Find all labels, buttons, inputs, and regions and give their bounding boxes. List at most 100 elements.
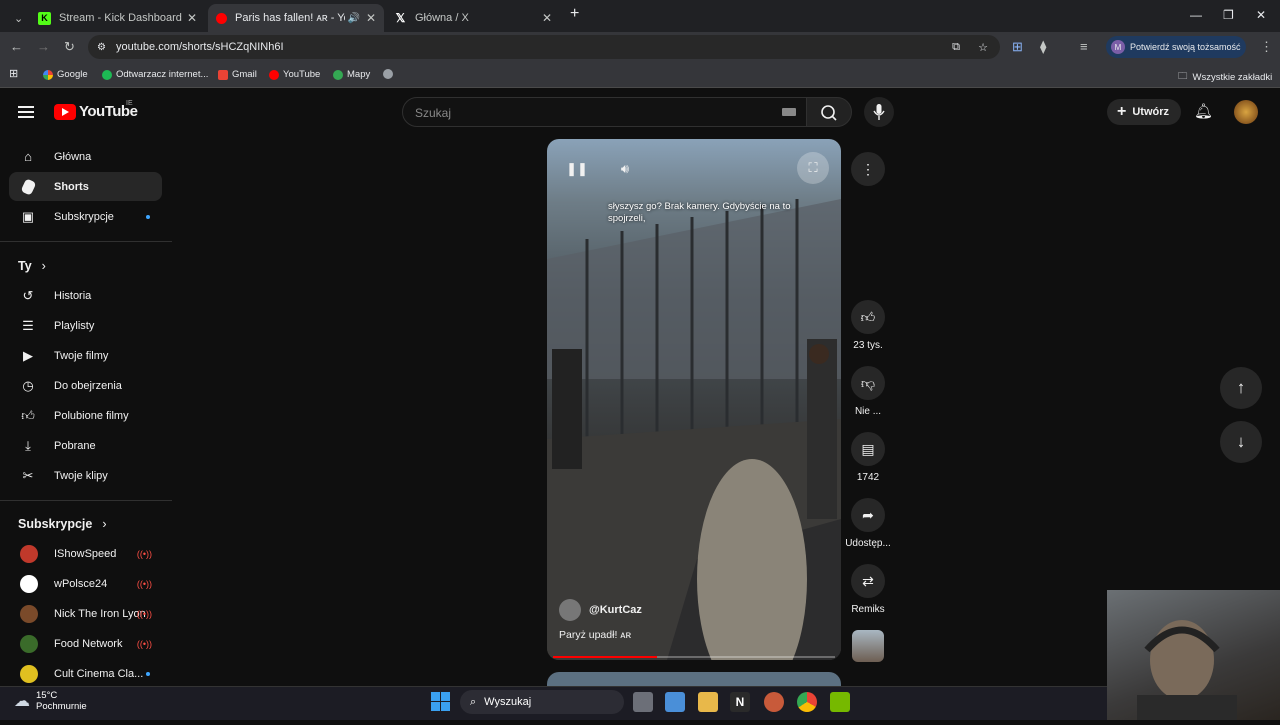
new-tab-button[interactable]: +: [570, 5, 579, 23]
next-short-button[interactable]: ↓: [1220, 421, 1262, 463]
search-icon: ⌕: [470, 695, 477, 708]
channel-avatar: [559, 599, 581, 621]
bookmark-gmail[interactable]: Gmail: [218, 69, 257, 80]
bookmark-maps[interactable]: Mapy: [333, 69, 370, 80]
task-view-icon[interactable]: [633, 692, 653, 712]
subscription-cult-cinema[interactable]: Cult Cinema Cla...: [9, 659, 162, 688]
account-avatar[interactable]: [1234, 100, 1258, 124]
subscription-wpolsce24[interactable]: wPolsce24 ((•)): [9, 569, 162, 598]
close-icon[interactable]: ✕: [187, 11, 197, 25]
fullscreen-button[interactable]: ⛶: [797, 152, 829, 184]
tab-list-button[interactable]: ⌄: [6, 4, 28, 32]
chevron-down-icon: ⌄: [14, 12, 24, 25]
bookmark-google[interactable]: Google: [43, 69, 88, 80]
store-icon[interactable]: [665, 692, 685, 712]
search-input[interactable]: Szukaj: [402, 97, 810, 127]
shorts-video-player[interactable]: ❚❚ 🔊︎ ⛶ słyszysz go? Brak kamery. Gdybyś…: [547, 139, 841, 660]
site-info-icon[interactable]: ⚙: [97, 42, 106, 53]
channel-avatar: [20, 664, 38, 683]
remix-button[interactable]: ⇄ Remiks: [845, 564, 891, 615]
tab-kick[interactable]: K Stream - Kick Dashboard ✕: [30, 4, 205, 32]
sidebar-item-playlists[interactable]: ☰ Playlisty: [9, 311, 162, 340]
profile-button[interactable]: M Potwierdź swoją tożsamość: [1106, 36, 1246, 58]
maximize-button[interactable]: ❐: [1223, 8, 1234, 22]
install-icon[interactable]: ⧉: [952, 41, 960, 54]
sidebar-item-watch-later[interactable]: ◷ Do obejrzenia: [9, 371, 162, 400]
volume-button[interactable]: 🔊︎: [609, 153, 641, 185]
download-icon: ⤓: [25, 437, 31, 453]
nvidia-icon[interactable]: [830, 692, 850, 712]
progress-bar[interactable]: [553, 656, 835, 658]
channel-avatar: [20, 634, 38, 653]
subscription-food-network[interactable]: Food Network ((•)): [9, 629, 162, 658]
media-control-icon[interactable]: ≡: [1080, 39, 1088, 54]
subscription-nick-the-iron-lyon[interactable]: Nick The Iron Lyon ((•)): [9, 599, 162, 628]
address-bar[interactable]: ⚙ youtube.com/shorts/sHCZqNINh6I ⧉ ☆: [88, 35, 1000, 59]
subscription-ishowspeed[interactable]: IShowSpeed ((•)): [9, 539, 162, 568]
reload-icon[interactable]: ↻: [64, 39, 75, 55]
youtube-icon: [216, 12, 227, 24]
tab-youtube[interactable]: Paris has fallen! ᴀʀ - YouTube 🔊 ✕: [208, 4, 384, 32]
sidebar-item-subscriptions[interactable]: ▣ Subskrypcje: [9, 202, 162, 231]
comments-button[interactable]: ▤ 1742: [845, 432, 891, 483]
shorts-icon: [20, 177, 36, 196]
translate-icon[interactable]: ⊞: [1012, 39, 1023, 55]
you-section-header[interactable]: Ty ›: [18, 259, 46, 273]
divider: [0, 500, 172, 501]
create-button[interactable]: + Utwórz: [1107, 99, 1181, 125]
window-close-button[interactable]: ✕: [1256, 8, 1266, 22]
watch-later-icon: ◷: [22, 377, 34, 393]
channel-link[interactable]: @KurtCaz: [559, 599, 642, 621]
app-icon[interactable]: [764, 692, 784, 712]
short-title[interactable]: Paryż upadł! ᴀʀ: [559, 629, 631, 641]
minimize-button[interactable]: —: [1190, 8, 1202, 22]
more-vert-icon: ⋮: [861, 160, 875, 177]
taskbar-search[interactable]: ⌕ Wyszukaj: [460, 690, 624, 714]
bookmark-player[interactable]: Odtwarzacz internet...: [102, 69, 208, 80]
all-bookmarks[interactable]: 🗀 Wszystkie zakładki: [1178, 69, 1272, 85]
voice-search-button[interactable]: [864, 97, 894, 127]
keyboard-icon[interactable]: [782, 108, 796, 116]
tab-x[interactable]: 𝕏 Główna / X ✕: [386, 4, 560, 32]
sound-thumbnail[interactable]: [852, 630, 884, 662]
next-short-preview[interactable]: [547, 672, 841, 686]
globe-icon[interactable]: [383, 69, 397, 79]
live-icon: ((•)): [136, 548, 152, 559]
sidebar-item-clips[interactable]: ✂ Twoje klipy: [9, 461, 162, 490]
bookmark-star-icon[interactable]: ☆: [978, 41, 988, 54]
share-icon: ➦: [851, 498, 885, 532]
forward-icon[interactable]: →: [37, 39, 50, 54]
close-icon[interactable]: ✕: [366, 11, 376, 25]
sidebar-item-downloads[interactable]: ⤓ Pobrane: [9, 431, 162, 460]
back-icon[interactable]: ←: [10, 39, 23, 54]
dislike-button[interactable]: 👎︎ Nie ...: [845, 366, 891, 417]
start-button[interactable]: [431, 692, 450, 711]
speaker-icon[interactable]: 🔊: [348, 13, 360, 24]
file-explorer-icon[interactable]: [698, 692, 718, 712]
pause-button[interactable]: ❚❚: [561, 153, 593, 185]
notion-icon[interactable]: N: [730, 692, 750, 712]
thumbs-up-icon: 👍︎: [851, 300, 885, 334]
browser-menu-icon[interactable]: ⋮: [1260, 39, 1273, 55]
menu-icon[interactable]: [18, 103, 34, 121]
sidebar-item-shorts[interactable]: Shorts: [9, 172, 162, 201]
sidebar-item-home[interactable]: ⌂ Główna: [9, 142, 162, 171]
notifications-icon[interactable]: 🔔︎: [1194, 102, 1213, 120]
extensions-icon[interactable]: ⧫: [1040, 39, 1046, 55]
sidebar-item-your-videos[interactable]: ▶ Twoje filmy: [9, 341, 162, 370]
search-button[interactable]: [806, 97, 852, 127]
youtube-logo[interactable]: YouTube IE: [54, 100, 138, 120]
sidebar-item-liked[interactable]: 👍︎ Polubione filmy: [9, 401, 162, 430]
share-button[interactable]: ➦ Udostęp...: [845, 498, 891, 549]
sidebar-item-history[interactable]: ↺ Historia: [9, 281, 162, 310]
bookmark-youtube[interactable]: YouTube: [269, 69, 320, 80]
more-options-button[interactable]: ⋮: [851, 152, 885, 186]
close-icon[interactable]: ✕: [542, 11, 552, 25]
weather-widget[interactable]: ☁ 15°C Pochmurnie: [14, 690, 87, 712]
kick-icon: K: [38, 11, 51, 25]
previous-short-button[interactable]: ↑: [1220, 367, 1262, 409]
subscriptions-section-header[interactable]: Subskrypcje ›: [18, 517, 107, 531]
apps-icon[interactable]: ⊞: [9, 67, 18, 80]
like-button[interactable]: 👍︎ 23 tys.: [845, 300, 891, 351]
chrome-icon[interactable]: [797, 692, 817, 712]
